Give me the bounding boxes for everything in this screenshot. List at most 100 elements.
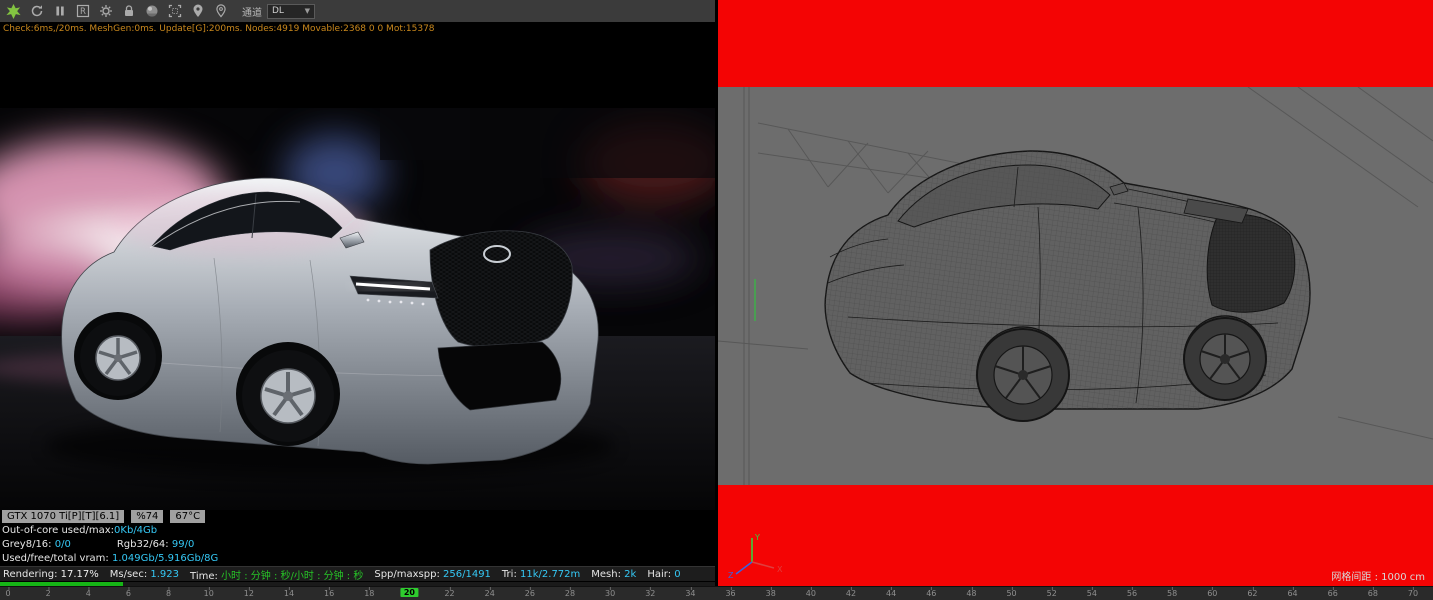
timeline-tick[interactable]: 36 — [725, 587, 736, 598]
octane-live-viewer-panel: R 通道 DL ▼ Check:6ms,/20ms. MeshGen:0ms. … — [0, 0, 717, 587]
viewport-overscan-top — [718, 0, 1433, 87]
rendered-car-image — [0, 108, 717, 510]
timeline-tick[interactable]: 46 — [926, 587, 936, 598]
timeline-tick[interactable]: 18 — [364, 587, 374, 598]
axis-y-label: Y — [754, 533, 760, 542]
timeline-tick[interactable]: 60 — [1207, 587, 1217, 598]
c4d-viewport-panel[interactable]: Y X Z 网格间距 : 1000 cm — [718, 0, 1433, 586]
timeline-tick[interactable]: 70 — [1408, 587, 1418, 598]
rear-wheel — [74, 312, 162, 400]
out-of-core-value: 0Kb/4Gb — [114, 525, 158, 536]
timeline-tick[interactable]: 64 — [1287, 587, 1298, 598]
timeline-tick[interactable]: 14 — [284, 587, 294, 598]
panel-divider[interactable] — [715, 0, 718, 586]
timeline-tick[interactable]: 28 — [565, 587, 575, 598]
render-perf-stats: Check:6ms,/20ms. MeshGen:0ms. Update[G]:… — [3, 24, 435, 34]
settings-gear-icon[interactable] — [94, 0, 117, 22]
mesh-value: 2k — [624, 568, 637, 580]
timeline-tick[interactable]: 54 — [1087, 587, 1097, 598]
r-letter: R — [80, 7, 86, 17]
timeline-tick[interactable]: 56 — [1127, 587, 1137, 598]
pin-outline-icon[interactable] — [209, 0, 232, 22]
timeline[interactable]: 0 2 4 6 8 10 12 14 16 18 20 22 24 26 28 30 32 34 36 38 40 42 4… — [0, 586, 1433, 600]
timeline-tick[interactable]: 10 — [204, 587, 214, 598]
timeline-tick[interactable]: 48 — [966, 587, 977, 598]
channel-dropdown-value: DL — [272, 6, 284, 16]
timeline-tick[interactable]: 30 — [605, 587, 615, 598]
timeline-tick[interactable]: 58 — [1167, 587, 1177, 598]
out-of-core-label: Out-of-core used/max: — [2, 525, 115, 536]
viewport-overscan-bottom — [718, 485, 1433, 586]
axis-x-label: X — [777, 565, 783, 574]
mesh-label: Mesh: — [591, 568, 621, 580]
timeline-tick[interactable]: 12 — [244, 587, 254, 598]
gpu-load: %74 — [131, 510, 164, 523]
channel-dropdown[interactable]: DL ▼ — [267, 3, 315, 19]
hair-value: 0 — [674, 568, 681, 580]
octane-toolbar: R 通道 DL ▼ — [0, 0, 717, 22]
axis-gizmo: Y X Z — [728, 533, 783, 580]
rendering-label: Rendering: — [3, 568, 58, 580]
grey-label: Grey8/16: — [2, 539, 52, 550]
timeline-tick[interactable]: 22 — [444, 587, 455, 598]
timeline-tick[interactable]: 2 — [46, 587, 51, 598]
refresh-icon[interactable] — [25, 0, 48, 22]
pin-filled-icon[interactable] — [186, 0, 209, 22]
timeline-tick[interactable]: 42 — [846, 587, 856, 598]
chevron-down-icon: ▼ — [304, 7, 310, 15]
channel-label: 通道 — [242, 7, 262, 19]
pause-icon[interactable] — [48, 0, 71, 22]
timeline-tick[interactable]: 50 — [1006, 587, 1017, 598]
render-result-viewport[interactable] — [0, 108, 717, 510]
material-ball-icon[interactable] — [140, 0, 163, 22]
timeline-tick[interactable]: 32 — [645, 587, 655, 598]
timeline-tick[interactable]: 26 — [525, 587, 535, 598]
spp-label: Spp/maxspp: — [374, 568, 440, 580]
gpu-temperature: 67°C — [170, 510, 206, 523]
time-value: 小时 : 分钟 : 秒/小时 : 分钟 : 秒 — [221, 570, 364, 582]
tri-value: 11k/2.772m — [520, 568, 581, 580]
rgb-label: Rgb32/64: — [116, 539, 169, 550]
axis-z-label: Z — [728, 571, 734, 580]
time-label: Time: — [190, 570, 218, 582]
rendering-value: 17.17% — [60, 568, 99, 580]
timeline-tick[interactable]: 52 — [1047, 587, 1057, 598]
render-target-icon[interactable]: R — [71, 0, 94, 22]
gpu-stats-block: GTX 1070 Ti[P][T][6.1] %74 67°C Out-of-cor… — [0, 510, 717, 566]
region-frame-icon[interactable] — [163, 0, 186, 22]
wireframe-front-wheel — [1183, 315, 1267, 401]
timeline-tick[interactable]: 24 — [485, 587, 495, 598]
timeline-tick[interactable]: 34 — [685, 587, 696, 598]
timeline-tick[interactable]: 44 — [886, 587, 896, 598]
timeline-current-frame[interactable]: 20 — [400, 588, 418, 597]
gpu-name: GTX 1070 Ti[P][T][6.1] — [2, 510, 125, 523]
application-window: R 通道 DL ▼ Check:6ms,/20ms. MeshGen:0ms. … — [0, 0, 1433, 600]
front-wheel — [236, 342, 340, 446]
vram-value: 1.049Gb/5.916Gb/8G — [111, 553, 219, 564]
timeline-tick[interactable]: 68 — [1368, 587, 1378, 598]
spp-value: 256/1491 — [443, 568, 491, 580]
timeline-tick[interactable]: 40 — [806, 587, 816, 598]
tri-label: Tri: — [501, 568, 517, 580]
octane-logo-icon[interactable] — [2, 0, 25, 22]
wireframe-car-scene — [718, 87, 1433, 485]
timeline-tick[interactable]: 66 — [1328, 587, 1338, 598]
timeline-tick[interactable]: 0 — [5, 587, 11, 598]
timeline-tick[interactable]: 8 — [166, 587, 171, 598]
timeline-tick[interactable]: 62 — [1247, 587, 1258, 598]
grey-value: 0/0 — [54, 539, 71, 550]
render-status-bar: Rendering: 17.17% Ms/sec: 1.923 Time: 小时… — [0, 566, 717, 581]
hair-label: Hair: — [647, 568, 672, 580]
wireframe-rear-wheel — [976, 326, 1070, 422]
grid-spacing-label: 网格间距 : 1000 cm — [1331, 572, 1425, 583]
timeline-tick[interactable]: 16 — [324, 587, 334, 598]
mssec-label: Ms/sec: — [109, 568, 148, 580]
wireframe-viewport[interactable] — [718, 87, 1433, 485]
rgb-value: 99/0 — [171, 539, 195, 550]
vram-label: Used/free/total vram: — [2, 553, 109, 564]
timeline-tick[interactable]: 6 — [126, 587, 131, 598]
lock-icon[interactable] — [117, 0, 140, 22]
timeline-tick[interactable]: 4 — [86, 587, 91, 598]
mssec-value: 1.923 — [150, 568, 180, 580]
timeline-tick[interactable]: 38 — [766, 587, 776, 598]
